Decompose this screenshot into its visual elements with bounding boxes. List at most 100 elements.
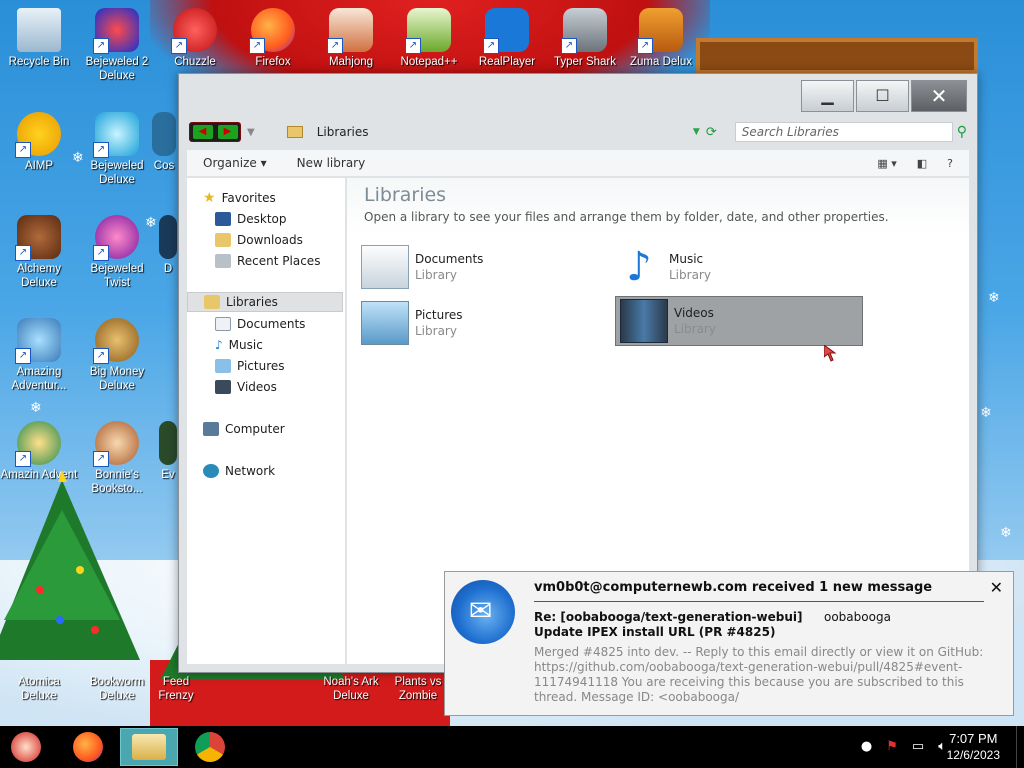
- desktop-icon-atomica[interactable]: Atomica Deluxe: [0, 675, 78, 703]
- organize-button[interactable]: Organize ▾: [203, 156, 267, 170]
- amazing-adventures-2-icon: [15, 421, 61, 467]
- recent-pages-dropdown-icon[interactable]: ▼: [247, 127, 255, 138]
- nav-videos[interactable]: Videos: [215, 377, 277, 397]
- desktop-icon-cos[interactable]: Cos: [150, 112, 178, 173]
- forward-icon[interactable]: ▶: [217, 125, 238, 139]
- help-icon[interactable]: ?: [947, 157, 953, 170]
- desktop-icon-firefox[interactable]: Firefox: [234, 8, 312, 69]
- desktop-icon-amazing-adventures[interactable]: Amazing Adventur...: [0, 318, 78, 393]
- nav-buttons: ◀ ▶: [189, 122, 241, 142]
- desktop-icon-big-money[interactable]: Big Money Deluxe: [78, 318, 156, 393]
- address-dropdown-icon[interactable]: ▼: [693, 127, 700, 137]
- library-item-documents[interactable]: Documents Library: [361, 242, 609, 292]
- close-icon: ✕: [930, 84, 948, 108]
- new-library-button[interactable]: New library: [297, 156, 366, 170]
- desktop-icon-feed-frenzy[interactable]: Feed Frenzy: [156, 675, 196, 703]
- desktop-icon-bejeweled-2[interactable]: Bejeweled 2 Deluxe: [78, 8, 156, 83]
- refresh-icon[interactable]: ⟳: [706, 125, 717, 140]
- file-explorer-icon: [132, 734, 166, 760]
- desktop-icon-bejeweled-deluxe[interactable]: Bejeweled Deluxe: [78, 112, 156, 187]
- nav-computer[interactable]: Computer: [203, 419, 285, 439]
- view-options-icon[interactable]: ▦ ▾: [877, 157, 896, 170]
- realplayer-icon: [483, 8, 529, 54]
- volume-icon[interactable]: 🔈︎: [938, 739, 946, 754]
- taskbar-firefox[interactable]: [62, 728, 114, 766]
- firefox-icon: [249, 8, 295, 54]
- nav-recent-places[interactable]: Recent Places: [215, 251, 320, 271]
- desktop-icon-bookworm[interactable]: Bookworm Deluxe: [78, 675, 156, 703]
- network-tray-icon[interactable]: ▭: [912, 739, 924, 754]
- action-center-flag-icon[interactable]: ⚑: [886, 739, 898, 754]
- minimize-button[interactable]: ▁: [801, 80, 854, 112]
- nav-desktop[interactable]: Desktop: [215, 209, 287, 229]
- taskbar-explorer[interactable]: [120, 728, 178, 766]
- cursor-icon: [824, 345, 837, 362]
- desktop-icon-bejeweled-twist[interactable]: Bejeweled Twist: [78, 215, 156, 290]
- bonnies-bookstore-icon: [93, 421, 139, 467]
- mail-notification[interactable]: vm0b0t@computernewb.com received 1 new m…: [444, 571, 1014, 716]
- desktop-icon-plants-vs-zombies[interactable]: Plants vs Zombie: [392, 675, 444, 703]
- preview-pane-icon[interactable]: ◧: [917, 157, 927, 170]
- nav-documents[interactable]: Documents: [215, 314, 305, 334]
- desktop-icon-typer-shark[interactable]: Typer Shark: [546, 8, 624, 69]
- show-desktop-button[interactable]: [1016, 726, 1024, 768]
- snowflake-icon: ❄: [30, 400, 42, 416]
- libraries-icon: [204, 295, 220, 309]
- zuma-icon: [637, 8, 683, 54]
- desktop-icon-notepad-plus[interactable]: Notepad++: [390, 8, 468, 69]
- desktop-icon-zuma[interactable]: Zuma Delux: [622, 8, 700, 69]
- desktop-icon-mahjong[interactable]: Mahjong: [312, 8, 390, 69]
- documents-icon: [215, 317, 231, 331]
- search-input[interactable]: Search Libraries: [734, 122, 953, 142]
- desktop-icon-alchemy[interactable]: Alchemy Deluxe: [0, 215, 78, 290]
- maximize-button[interactable]: ☐: [856, 80, 909, 112]
- notification-sender: oobabooga: [824, 610, 891, 624]
- notification-close-button[interactable]: ✕: [990, 578, 1003, 597]
- close-button[interactable]: ✕: [911, 80, 967, 112]
- desktop-icon-recycle-bin[interactable]: Recycle Bin: [0, 8, 78, 69]
- firefox-icon: [73, 732, 103, 762]
- mahjong-icon: [327, 8, 373, 54]
- videos-library-icon: [620, 299, 668, 343]
- recycle-bin-icon: [17, 8, 61, 52]
- snowflake-icon: ❄: [980, 405, 992, 421]
- aimp-icon: [15, 112, 61, 158]
- search-icon[interactable]: ⚲: [957, 124, 967, 140]
- big-money-icon: [93, 318, 139, 364]
- system-clock[interactable]: 7:07 PM 12/6/2023: [947, 730, 1000, 764]
- star-icon: ★: [203, 190, 216, 206]
- navigation-pane: ★ Favorites Desktop Downloads Recent Pla…: [187, 178, 345, 664]
- notification-subject: Re: [oobabooga/text-generation-webui] Up…: [534, 610, 803, 639]
- address-bar[interactable]: Libraries: [317, 125, 369, 139]
- notification-divider: [534, 601, 984, 602]
- back-icon[interactable]: ◀: [192, 125, 213, 139]
- nav-network[interactable]: Network: [203, 461, 275, 481]
- library-item-pictures[interactable]: Pictures Library: [361, 298, 609, 348]
- chuzzle-icon: [171, 8, 217, 54]
- d-app-icon: [159, 215, 177, 259]
- nav-libraries[interactable]: Libraries: [187, 292, 343, 312]
- desktop-icon-aimp[interactable]: AIMP: [0, 112, 78, 173]
- desktop-icon-chuzzle[interactable]: Chuzzle: [156, 8, 234, 69]
- taskbar-chrome[interactable]: [184, 728, 236, 766]
- network-icon: [203, 464, 219, 478]
- nav-downloads[interactable]: Downloads: [215, 230, 303, 250]
- nav-pictures[interactable]: Pictures: [215, 356, 285, 376]
- tray-dot-icon[interactable]: ●: [861, 739, 872, 754]
- desktop-icon-d[interactable]: D: [158, 215, 178, 276]
- library-item-videos[interactable]: Videos Library: [615, 296, 863, 346]
- recent-places-icon: [215, 254, 231, 268]
- bejeweled-2-icon: [93, 8, 139, 54]
- nav-favorites[interactable]: ★ Favorites: [203, 188, 276, 208]
- bejeweled-deluxe-icon: [93, 112, 139, 158]
- library-item-music[interactable]: ♪ Music Library: [615, 242, 863, 292]
- desktop-icon-realplayer[interactable]: RealPlayer: [468, 8, 546, 69]
- notepad-plus-icon: [405, 8, 451, 54]
- window-caption-buttons: ▁ ☐ ✕: [801, 80, 967, 112]
- start-button[interactable]: [0, 728, 52, 766]
- nav-music[interactable]: ♪ Music: [215, 335, 263, 355]
- typer-shark-icon: [561, 8, 607, 54]
- downloads-folder-icon: [215, 233, 231, 247]
- santa-start-icon: [11, 732, 41, 762]
- desktop-icon-noahs-ark[interactable]: Noah's Ark Deluxe: [312, 675, 390, 703]
